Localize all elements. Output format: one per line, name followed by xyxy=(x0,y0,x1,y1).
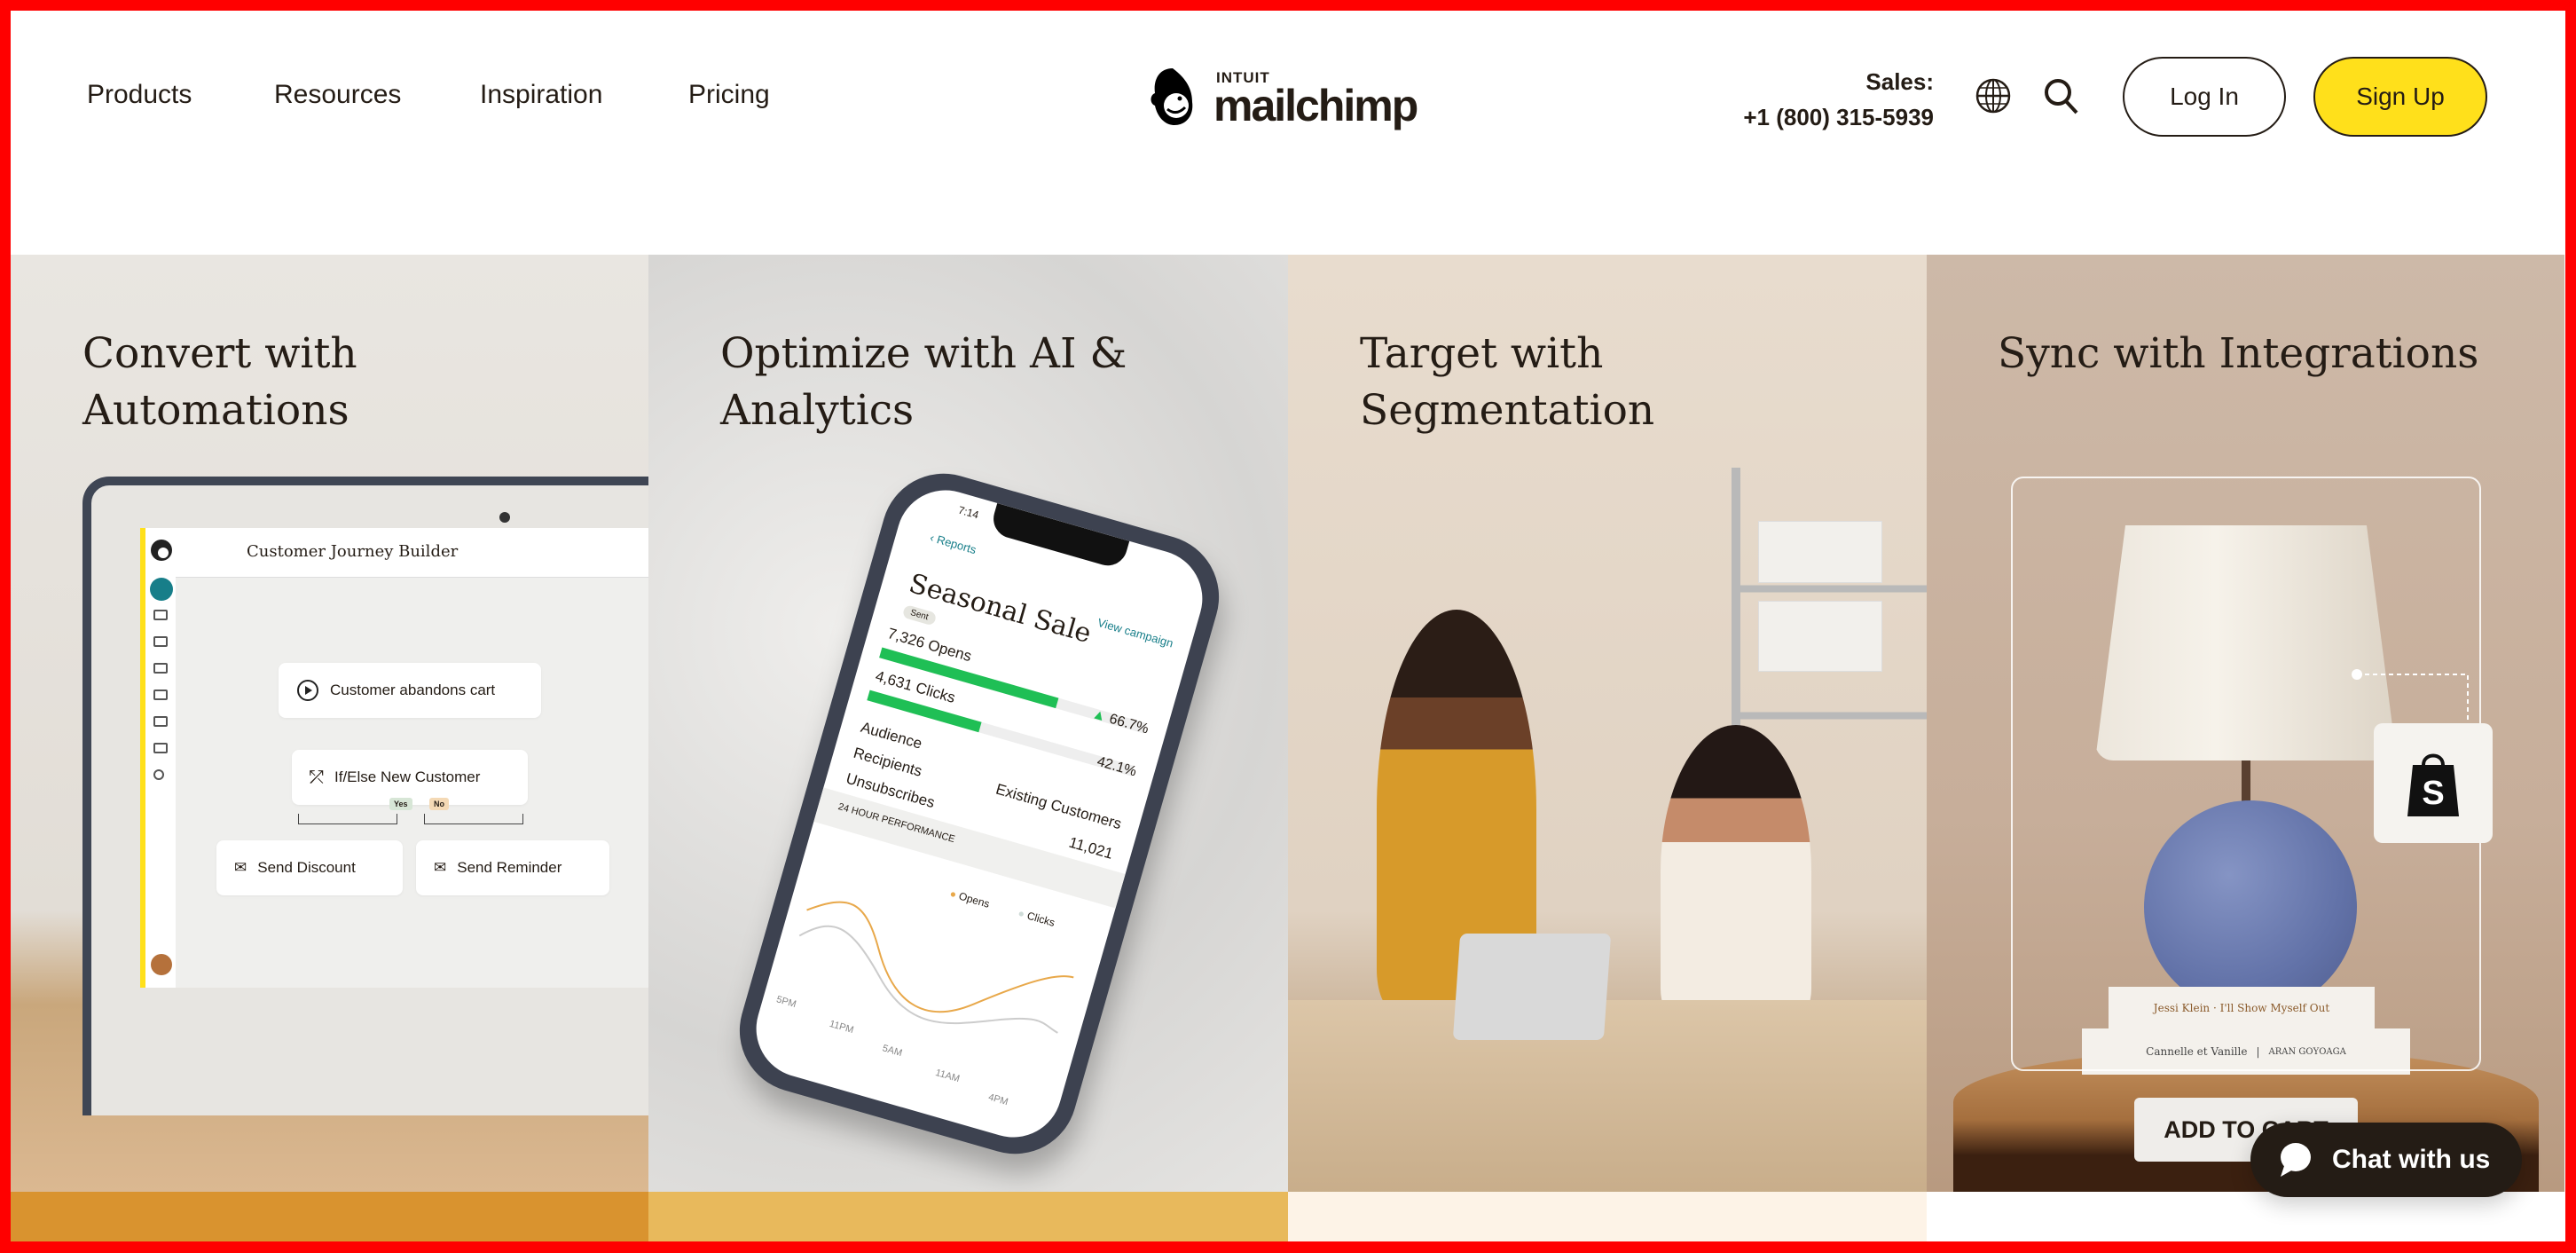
globe-icon[interactable] xyxy=(1974,76,2013,115)
login-button[interactable]: Log In xyxy=(2123,57,2286,137)
journey-builder-app: Customer Journey Builder Customer abando… xyxy=(140,528,648,988)
feature-integrations[interactable]: Sync with Integrations Jessi Klein · I'l… xyxy=(1927,255,2564,1192)
integrations-grid-icon[interactable] xyxy=(153,743,168,753)
shopify-icon[interactable]: S xyxy=(2374,723,2493,843)
app-title: Customer Journey Builder xyxy=(247,542,459,561)
mailchimp-logo[interactable]: INTUIT mailchimp xyxy=(1148,64,1418,130)
nav-products[interactable]: Products xyxy=(87,80,192,110)
feature-automations[interactable]: Convert with Automations Customer Journey… xyxy=(11,255,648,1192)
panel-title: Target with Segmentation xyxy=(1360,329,1655,435)
opens-rate: ▲ 66.7% xyxy=(1090,706,1151,737)
site-header: Products Resources Inspiration Pricing I… xyxy=(11,11,2565,255)
automation-icon[interactable] xyxy=(153,663,168,674)
pencil-icon[interactable] xyxy=(150,578,173,601)
send-reminder-node[interactable]: ✉ Send Reminder xyxy=(416,840,609,895)
avatar[interactable] xyxy=(151,954,172,975)
trigger-node[interactable]: Customer abandons cart xyxy=(279,663,541,718)
sales-contact: Sales: +1 (800) 315-5939 xyxy=(1743,64,1934,135)
performance-chart xyxy=(798,901,1074,1034)
signup-button[interactable]: Sign Up xyxy=(2313,57,2487,137)
legend-clicks: ● Clicks xyxy=(1017,906,1056,929)
app-sidebar xyxy=(145,528,176,988)
search-icon[interactable] xyxy=(153,769,164,780)
no-connector xyxy=(424,814,523,824)
feature-analytics[interactable]: Optimize with AI & Analytics 7:14 ‹ Repor… xyxy=(648,255,1288,1192)
person-photo xyxy=(1661,725,1811,1018)
phone: 7:14 ‹ Reports View campaign Seasonal Sa… xyxy=(725,459,1234,1169)
send-discount-node[interactable]: ✉ Send Discount xyxy=(216,840,403,895)
yes-connector xyxy=(298,814,397,824)
laptop: Customer Journey Builder Customer abando… xyxy=(82,477,648,1115)
sales-phone-link[interactable]: +1 (800) 315-5939 xyxy=(1743,99,1934,135)
panel-accent-strip xyxy=(1927,1192,2565,1241)
freddie-icon xyxy=(1151,68,1193,125)
chat-with-us-button[interactable]: Chat with us xyxy=(2250,1123,2522,1197)
panel-title: Sync with Integrations xyxy=(1998,329,2479,378)
no-tag: No xyxy=(429,798,449,810)
feature-segmentation[interactable]: Target with Segmentation xyxy=(1288,255,1927,1192)
desk-photo xyxy=(1288,1000,1927,1192)
nav-resources[interactable]: Resources xyxy=(274,80,401,110)
envelope-icon: ✉ xyxy=(234,859,247,876)
condition-node[interactable]: ⤱ If/Else New Customer xyxy=(292,750,528,805)
freddie-icon xyxy=(151,540,172,561)
search-icon[interactable] xyxy=(2042,76,2081,115)
panel-title: Optimize with AI & Analytics xyxy=(720,329,1127,435)
status-badge: Sent xyxy=(901,603,938,626)
clicks-line xyxy=(798,925,1058,1034)
legend-opens: ● Opens xyxy=(948,887,992,910)
website-icon[interactable] xyxy=(153,690,168,700)
play-icon xyxy=(297,680,318,701)
svg-text:S: S xyxy=(2422,775,2444,812)
panel-title: Convert with Automations xyxy=(82,329,357,435)
chat-bubble-icon xyxy=(2281,1143,2311,1177)
panel-accent-strip xyxy=(1288,1192,1927,1241)
content-icon[interactable] xyxy=(153,716,168,727)
yes-tag: Yes xyxy=(389,798,412,810)
campaign-icon[interactable] xyxy=(153,636,168,647)
audience-icon[interactable] xyxy=(153,610,168,620)
back-reports-link[interactable]: ‹ Reports xyxy=(929,531,978,556)
panel-accent-strip xyxy=(11,1192,648,1241)
laptop-photo xyxy=(1452,934,1612,1040)
nav-inspiration[interactable]: Inspiration xyxy=(480,80,602,110)
envelope-icon: ✉ xyxy=(434,859,447,876)
phone-screen: 7:14 ‹ Reports View campaign Seasonal Sa… xyxy=(744,478,1214,1149)
panel-accent-strip xyxy=(648,1192,1288,1241)
view-campaign-link[interactable]: View campaign xyxy=(1096,616,1175,650)
branch-icon: ⤱ xyxy=(310,767,324,787)
nav-pricing[interactable]: Pricing xyxy=(688,80,770,110)
